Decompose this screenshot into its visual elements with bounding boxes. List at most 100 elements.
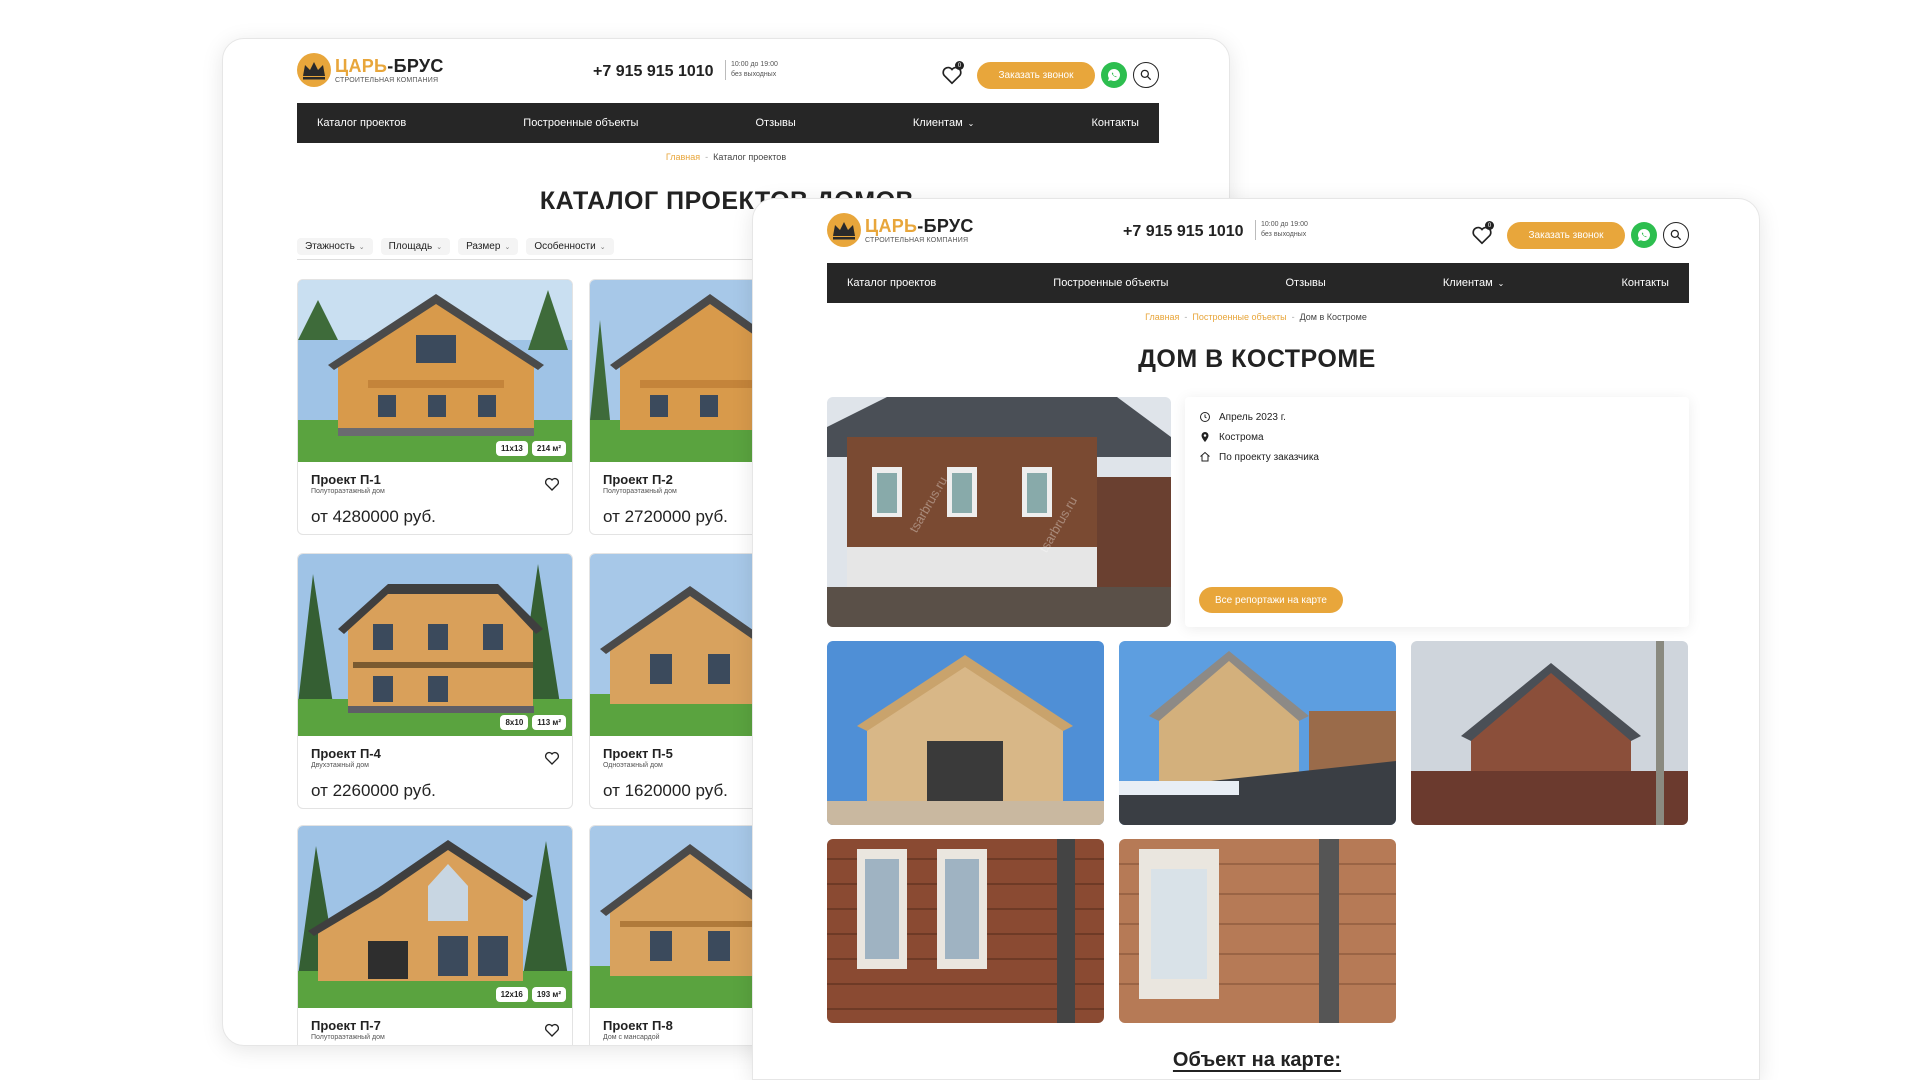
- chevron-down-icon: ⌄: [599, 243, 606, 251]
- size-badge: 8x10: [500, 715, 529, 730]
- work-hours: 10:00 до 19:00 без выходных: [1255, 220, 1308, 240]
- gallery-photo[interactable]: [1119, 839, 1396, 1023]
- clock-icon: [1200, 412, 1210, 422]
- filter-area[interactable]: Площадь ⌄: [380, 238, 451, 255]
- main-nav: Каталог проектов Построенные объекты Отз…: [827, 263, 1689, 303]
- gallery-photo[interactable]: [1411, 641, 1688, 825]
- favorites-count: 0: [1485, 221, 1494, 230]
- page-title: ДОМ В КОСТРОМЕ: [1138, 345, 1376, 373]
- project-price: от 2720000 руб.: [603, 507, 728, 526]
- area-badge: 113 м²: [532, 715, 566, 730]
- project-type: Одноэтажный дом: [603, 762, 663, 769]
- crown-icon: [827, 213, 861, 247]
- nav-reviews[interactable]: Отзывы: [1285, 277, 1325, 289]
- nav-built-objects[interactable]: Построенные объекты: [523, 117, 638, 129]
- logo-tagline: СТРОИТЕЛЬНАЯ КОМПАНИЯ: [865, 236, 969, 244]
- logo-tagline: СТРОИТЕЛЬНАЯ КОМПАНИЯ: [335, 76, 439, 84]
- object-project-row: По проекту заказчика: [1199, 451, 1319, 463]
- project-name[interactable]: Проект П-4: [311, 746, 381, 761]
- breadcrumb-current: Дом в Костроме: [1299, 312, 1367, 322]
- nav-reviews[interactable]: Отзывы: [755, 117, 795, 129]
- crown-icon: [297, 53, 331, 87]
- project-price: от 2260000 руб.: [311, 781, 436, 800]
- nav-contacts[interactable]: Контакты: [1091, 117, 1139, 129]
- object-info-card: Апрель 2023 г. Кострома По проекту заказ…: [1185, 397, 1689, 627]
- favorites-button[interactable]: 0: [1471, 221, 1494, 246]
- nav-clients[interactable]: Клиентам ⌄: [913, 117, 974, 129]
- project-name[interactable]: Проект П-8: [603, 1018, 673, 1033]
- chevron-down-icon: ⌄: [436, 243, 443, 251]
- filter-floors[interactable]: Этажность ⌄: [297, 238, 373, 255]
- heart-icon[interactable]: [544, 1022, 560, 1038]
- project-type: Полутораэтажный дом: [603, 488, 677, 495]
- nav-built-objects[interactable]: Построенные объекты: [1053, 277, 1168, 289]
- project-photo: 12x16 193 м²: [298, 826, 572, 1008]
- whatsapp-icon[interactable]: [1101, 62, 1127, 88]
- object-main-photo[interactable]: tsarbrus.ru tsarbrus.ru: [827, 397, 1171, 627]
- project-name[interactable]: Проект П-1: [311, 472, 381, 487]
- map-heading: Объект на карте:: [1172, 1049, 1342, 1071]
- work-hours: 10:00 до 19:00 без выходных: [725, 60, 778, 80]
- nav-contacts[interactable]: Контакты: [1621, 277, 1669, 289]
- chevron-down-icon: ⌄: [967, 118, 975, 128]
- chevron-down-icon: ⌄: [1497, 278, 1505, 288]
- project-card[interactable]: 12x16 193 м² Проект П-7 Полутораэтажный д…: [297, 825, 573, 1045]
- call-request-button[interactable]: Заказать звонок: [1507, 222, 1625, 249]
- object-window: ЦАРЬ-БРУС СТРОИТЕЛЬНАЯ КОМПАНИЯ +7 915 9…: [752, 198, 1760, 1080]
- logo-name: ЦАРЬ-БРУС: [335, 55, 444, 76]
- project-photo: 8x10 113 м²: [298, 554, 572, 736]
- project-card[interactable]: 11x13 214 м² Проект П-1 Полутораэтажный д…: [297, 279, 573, 535]
- phone-link[interactable]: +7 915 915 1010: [593, 63, 714, 81]
- favorites-button[interactable]: 0: [941, 61, 964, 86]
- breadcrumb: Главная - Построенные объекты - Дом в Костро…: [1145, 312, 1367, 322]
- location-pin-icon: [1201, 432, 1209, 442]
- breadcrumb-home[interactable]: Главная: [1145, 312, 1179, 322]
- chevron-down-icon: ⌄: [504, 243, 511, 251]
- project-photo: 11x13 214 м²: [298, 280, 572, 462]
- project-type: Полутораэтажный дом: [311, 1034, 385, 1041]
- main-nav: Каталог проектов Построенные объекты Отз…: [297, 103, 1159, 143]
- area-badge: 214 м²: [531, 441, 566, 456]
- gallery-photo[interactable]: [827, 839, 1104, 1023]
- nav-catalog[interactable]: Каталог проектов: [847, 277, 936, 289]
- logo[interactable]: ЦАРЬ-БРУС СТРОИТЕЛЬНАЯ КОМПАНИЯ: [827, 213, 974, 247]
- filter-features[interactable]: Особенности ⌄: [526, 238, 614, 255]
- breadcrumb: Главная - Каталог проектов: [665, 152, 787, 162]
- search-icon[interactable]: [1663, 222, 1689, 248]
- nav-clients[interactable]: Клиентам ⌄: [1443, 277, 1504, 289]
- project-price: от 4280000 руб.: [311, 507, 436, 526]
- gallery-photo[interactable]: [1119, 641, 1396, 825]
- logo-name: ЦАРЬ-БРУС: [865, 215, 974, 236]
- project-type: Двухэтажный дом: [311, 762, 369, 769]
- project-type: Дом с мансардой: [603, 1034, 660, 1041]
- area-badge: 193 м²: [531, 987, 566, 1002]
- breadcrumb-section[interactable]: Построенные объекты: [1192, 312, 1286, 322]
- filter-size[interactable]: Размер ⌄: [458, 238, 519, 255]
- all-reports-map-button[interactable]: Все репортажи на карте: [1199, 587, 1343, 613]
- gallery-photo[interactable]: [827, 641, 1104, 825]
- heart-icon[interactable]: [544, 750, 560, 766]
- home-icon: [1200, 451, 1210, 462]
- size-badge: 11x13: [496, 441, 528, 456]
- project-name[interactable]: Проект П-7: [311, 1018, 381, 1033]
- site-header: ЦАРЬ-БРУС СТРОИТЕЛЬНАЯ КОМПАНИЯ +7 915 9…: [297, 49, 1159, 101]
- breadcrumb-home[interactable]: Главная: [666, 152, 700, 162]
- project-card[interactable]: 8x10 113 м² Проект П-4 Двухэтажный дом от…: [297, 553, 573, 809]
- search-icon[interactable]: [1133, 62, 1159, 88]
- project-name[interactable]: Проект П-2: [603, 472, 673, 487]
- heart-icon[interactable]: [544, 476, 560, 492]
- project-price: от 1620000 руб.: [603, 781, 728, 800]
- nav-catalog[interactable]: Каталог проектов: [317, 117, 406, 129]
- breadcrumb-current: Каталог проектов: [713, 152, 787, 162]
- phone-link[interactable]: +7 915 915 1010: [1123, 223, 1244, 241]
- object-city-row: Кострома: [1199, 431, 1264, 443]
- site-header: ЦАРЬ-БРУС СТРОИТЕЛЬНАЯ КОМПАНИЯ +7 915 9…: [827, 209, 1689, 261]
- call-request-button[interactable]: Заказать звонок: [977, 62, 1095, 89]
- favorites-count: 0: [955, 61, 964, 70]
- logo[interactable]: ЦАРЬ-БРУС СТРОИТЕЛЬНАЯ КОМПАНИЯ: [297, 53, 444, 87]
- project-name[interactable]: Проект П-5: [603, 746, 673, 761]
- project-type: Полутораэтажный дом: [311, 488, 385, 495]
- object-date-row: Апрель 2023 г.: [1199, 411, 1286, 423]
- size-badge: 12x16: [495, 987, 528, 1002]
- whatsapp-icon[interactable]: [1631, 222, 1657, 248]
